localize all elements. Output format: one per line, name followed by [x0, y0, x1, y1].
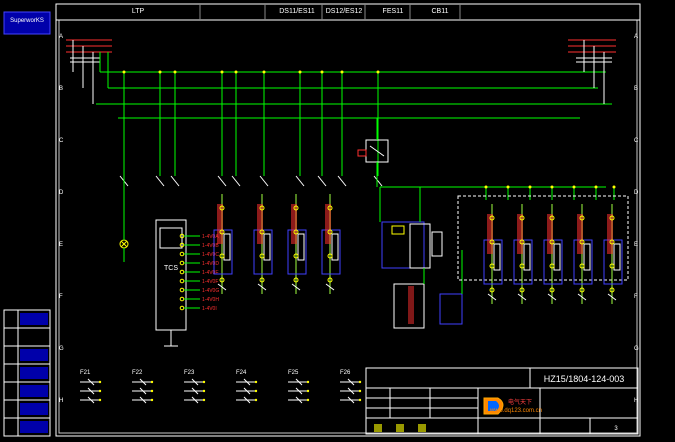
header-cell-6: CB11	[432, 8, 449, 15]
terminal-label: 1-4V0F	[202, 279, 218, 285]
row-letter-left: D	[59, 190, 64, 196]
busbars	[96, 71, 612, 188]
row-letter-right: C	[634, 138, 639, 144]
switch-label: F23	[184, 370, 195, 376]
feeder-units	[213, 194, 623, 304]
tcs-label: TCS	[164, 265, 178, 272]
indicator-lamp	[119, 118, 129, 262]
row-letter-left: H	[59, 398, 63, 404]
terminal-dot	[179, 305, 185, 311]
terminal-label: 1-4V0H	[202, 297, 219, 303]
row-letter-left: G	[59, 346, 64, 352]
left-panel: SuperworKS	[3, 11, 51, 437]
brand-label: SuperworKS	[10, 18, 44, 24]
row-letter-right: A	[634, 34, 638, 40]
switch-label: F26	[340, 370, 351, 376]
terminal-dot	[179, 287, 185, 293]
terminal-label: 1-4V0E	[202, 270, 219, 276]
switch-label: F24	[236, 370, 247, 376]
row-letter-right: F	[634, 294, 638, 300]
logo-website: www.dq123.com.cn	[489, 408, 542, 414]
header-cell-4: DS12/ES12	[326, 8, 363, 15]
terminal-label: 1-4V0G	[202, 288, 219, 294]
row-letter-left: E	[59, 242, 63, 248]
schematic-canvas: LTP DS11/ES11 DS12/ES12 FES11 CB11 Super…	[3, 3, 641, 437]
switch-label: F21	[80, 370, 91, 376]
terminal-label: 1-4V0A	[202, 234, 219, 240]
row-letter-left: F	[59, 294, 63, 300]
terminal-dot	[179, 278, 185, 284]
title-block: HZ15/1804-124-003 电气天下 www.dq123.com.cn …	[365, 367, 639, 435]
sheet-mark: 3	[614, 426, 618, 432]
header-cell-3: DS11/ES11	[279, 8, 315, 15]
drawing-number: HZ15/1804-124-003	[544, 374, 625, 384]
center-modules	[379, 187, 463, 329]
logo-text: 电气天下	[508, 398, 532, 406]
center-relay	[357, 118, 389, 187]
header-cell-5: FES11	[383, 8, 404, 15]
terminal-label: 1-4V0I	[202, 306, 217, 312]
row-letter-right: B	[634, 86, 638, 92]
terminal-label: 1-4V0C	[202, 252, 219, 258]
terminal-dot	[179, 269, 185, 275]
row-letter-left: B	[59, 86, 63, 92]
header-cell-1: LTP	[132, 8, 145, 15]
row-letter-right: D	[634, 190, 639, 196]
row-letter-left: A	[59, 34, 63, 40]
switch-label: F25	[288, 370, 299, 376]
row-letter-right: E	[634, 242, 638, 248]
terminal-dot	[179, 251, 185, 257]
row-letter-right: G	[634, 346, 639, 352]
terminal-label: 1-4V0D	[202, 261, 219, 267]
terminal-dot	[179, 296, 185, 302]
bottom-switch-row: F21 F22 F23 F24 F25 F26	[80, 370, 362, 404]
row-letter-left: C	[59, 138, 64, 144]
switch-label: F22	[132, 370, 143, 376]
terminal-label: 1-4V0B	[202, 243, 219, 249]
circuit-drops	[119, 70, 616, 200]
terminal-dot	[179, 260, 185, 266]
header-bar: LTP DS11/ES11 DS12/ES12 FES11 CB11	[56, 4, 640, 21]
